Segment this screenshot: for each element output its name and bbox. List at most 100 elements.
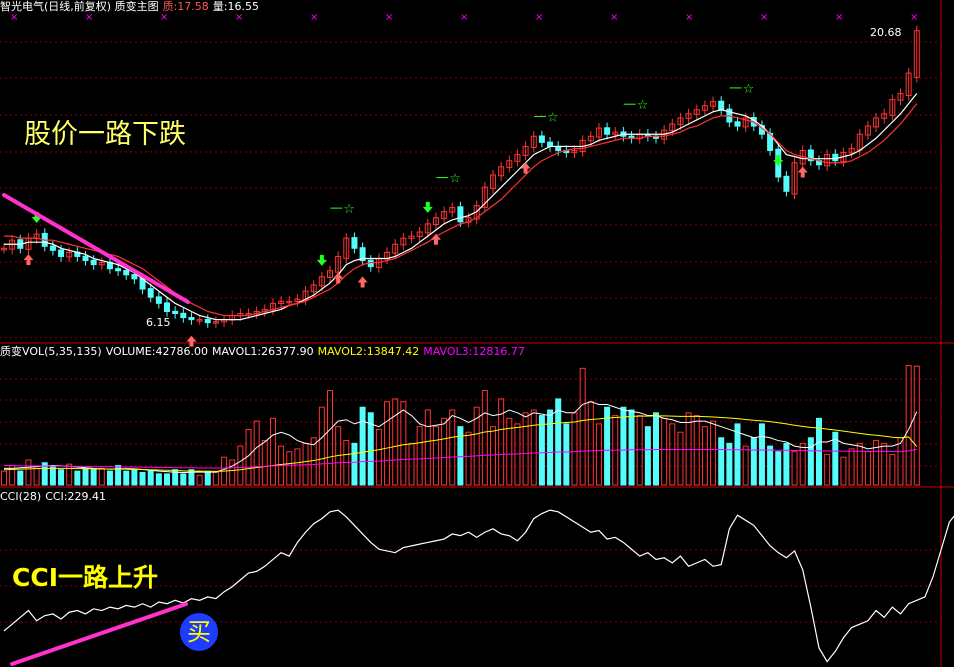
volume-bar (204, 470, 211, 486)
price-downtrend-line (2, 193, 190, 304)
candle-down (547, 141, 554, 147)
volume-bar (294, 448, 301, 486)
candle-down (832, 153, 839, 162)
volume-bar (66, 463, 73, 486)
candle-down (783, 175, 790, 192)
volume-bar (449, 409, 456, 486)
cross-mark: × (685, 12, 693, 23)
volume-bar (881, 442, 888, 486)
volume-bar (180, 473, 187, 486)
volume-value: VOLUME:42786.00 (105, 345, 208, 358)
volume-bar (840, 456, 847, 486)
volume-bar (25, 459, 32, 486)
volume-bar (498, 398, 505, 486)
volume-bar (604, 406, 611, 486)
volume-bar (538, 415, 545, 486)
candle-down (131, 274, 138, 280)
candle-down (188, 316, 195, 321)
cross-mark: × (835, 12, 843, 23)
volume-bar (196, 474, 203, 486)
sell-arrow-marker (316, 254, 327, 266)
main-label-a: 质:17.58 (162, 0, 209, 13)
candle-down (734, 121, 741, 127)
candle-down (718, 100, 725, 111)
volume-bar (212, 472, 219, 486)
volume-bar (693, 415, 700, 486)
star-marker: ☆ (343, 202, 355, 217)
low-price-label: 6.15 (146, 316, 171, 329)
volume-bar (457, 426, 464, 486)
volume-bar (359, 406, 366, 486)
star-marker: ☆ (637, 98, 649, 113)
volume-bar (791, 451, 798, 486)
star-marker: ☆ (449, 172, 461, 187)
volume-bar (579, 367, 586, 486)
volume-bar (824, 453, 831, 486)
volume-bar (799, 442, 806, 486)
candle-down (82, 255, 89, 262)
cci-uptrend-line (10, 602, 188, 666)
volume-panel-header: 质变VOL(5,35,135) VOLUME:42786.00 MAVOL1:263… (0, 345, 529, 359)
volume-bar (767, 445, 774, 486)
candle-down (204, 318, 211, 324)
candle-down (90, 259, 97, 266)
cross-mark: × (610, 12, 618, 23)
volume-bar (90, 469, 97, 486)
volume-bar (783, 442, 790, 486)
volume-bar (571, 412, 578, 486)
volume-bar (701, 426, 708, 486)
volume-bar (441, 417, 448, 486)
mavol3-value: MAVOL3:12816.77 (423, 345, 525, 358)
cross-mark: × (760, 12, 768, 23)
high-price-label: 20.68 (870, 26, 902, 39)
buy-arrow-marker (797, 166, 808, 178)
volume-bar (710, 420, 717, 486)
volume-bar (58, 469, 65, 486)
cross-mark: × (460, 12, 468, 23)
volume-bar (750, 437, 757, 486)
volume-bar (286, 451, 293, 486)
candle-down (164, 302, 170, 312)
volume-bar (424, 409, 431, 486)
buy-arrow-marker (333, 272, 344, 284)
candle-down (180, 312, 187, 319)
volume-bar (490, 426, 496, 486)
volume-bar (375, 428, 382, 486)
volume-bar (465, 431, 472, 486)
volume-bar (661, 417, 668, 486)
volume-bar (563, 423, 570, 486)
main-panel-title: 智光电气(日线,前复权) 质变主图 (0, 0, 159, 13)
volume-bar (164, 473, 170, 486)
price-annotation: 股价一路下跌 (24, 119, 186, 150)
volume-bar (253, 420, 260, 486)
volume-bar (685, 412, 692, 486)
volume-bar (677, 431, 684, 486)
sell-arrow-marker (773, 155, 784, 166)
volume-bar (620, 406, 627, 486)
volume-panel-title: 质变VOL(5,35,135) (0, 345, 102, 358)
main-label-b: 量:16.55 (212, 0, 259, 13)
star-marker: ☆ (743, 82, 755, 97)
volume-bar (432, 426, 439, 486)
volume-bar (392, 398, 399, 486)
cci-panel-header: CCI(28) CCI:229.41 (0, 490, 110, 504)
volume-bar (155, 473, 162, 486)
volume-bar (33, 467, 40, 486)
volume-bar (530, 409, 537, 486)
cci-value: CCI:229.41 (45, 490, 106, 503)
cross-mark: × (535, 12, 543, 23)
cci-annotation: CCI一路上升 (12, 563, 158, 592)
volume-bar (669, 423, 676, 486)
buy-arrow-marker (23, 254, 34, 266)
candle-down (351, 237, 358, 249)
volume-bar (913, 365, 920, 486)
volume-bar (758, 423, 765, 486)
cci-panel-title: CCI(28) (0, 490, 42, 503)
volume-bar (17, 470, 24, 486)
volume-bar (807, 437, 814, 486)
volume-bar (644, 426, 651, 486)
volume-bar (327, 390, 333, 486)
cross-mark: × (910, 12, 918, 23)
volume-bar (82, 467, 89, 486)
buy-arrow-marker (357, 276, 368, 288)
